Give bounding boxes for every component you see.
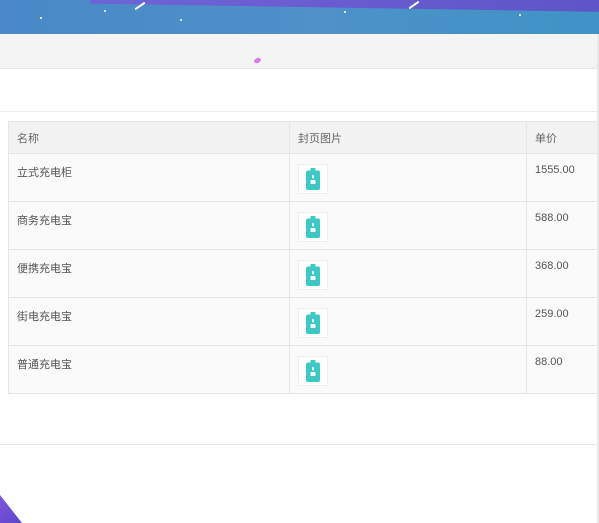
table-row[interactable]: 商务充电宝 588.00 — [8, 201, 599, 250]
cover-image-cell — [289, 345, 527, 394]
page: 名称 封页图片 单价 立式充电柜 1555.00 商务充电宝 588.00 便携充电宝 3… — [0, 0, 599, 523]
product-table: 名称 封页图片 单价 立式充电柜 1555.00 商务充电宝 588.00 便携充电宝 3… — [8, 121, 599, 394]
cover-image-cell — [289, 249, 527, 298]
battery-icon — [306, 168, 320, 190]
product-name-cell: 商务充电宝 — [8, 201, 290, 250]
content-spacer — [0, 69, 599, 112]
price-cell: 259.00 — [526, 297, 599, 346]
price-cell: 368.00 — [526, 249, 599, 298]
table-row[interactable]: 立式充电柜 1555.00 — [8, 153, 599, 202]
table-row[interactable]: 便携充电宝 368.00 — [8, 249, 599, 298]
cover-thumbnail[interactable] — [298, 164, 328, 194]
column-header-price[interactable]: 单价 — [526, 121, 599, 154]
sparkle-dot — [104, 10, 106, 12]
price-cell: 588.00 — [526, 201, 599, 250]
product-name-cell: 普通充电宝 — [8, 345, 290, 394]
column-header-cover[interactable]: 封页图片 — [289, 121, 527, 154]
battery-icon — [306, 216, 320, 238]
cover-image-cell — [289, 201, 527, 250]
product-name-cell: 便携充电宝 — [8, 249, 290, 298]
battery-icon — [306, 360, 320, 382]
column-header-name[interactable]: 名称 — [8, 121, 290, 154]
corner-decoration — [0, 495, 22, 523]
cover-image-cell — [289, 297, 527, 346]
price-cell: 1555.00 — [526, 153, 599, 202]
price-cell: 88.00 — [526, 345, 599, 394]
product-name-cell: 立式充电柜 — [8, 153, 290, 202]
battery-icon — [306, 264, 320, 286]
product-name-cell: 街电充电宝 — [8, 297, 290, 346]
table-header-row: 名称 封页图片 单价 — [8, 121, 599, 154]
table-footer-space — [0, 396, 599, 445]
sparkle-dot — [40, 17, 42, 19]
toolbar-strip — [0, 34, 599, 69]
cover-thumbnail[interactable] — [298, 260, 328, 290]
sparkle-dot — [519, 14, 521, 16]
cover-thumbnail[interactable] — [298, 212, 328, 242]
cover-image-cell — [289, 153, 527, 202]
cover-thumbnail[interactable] — [298, 356, 328, 386]
sparkle-dot — [180, 19, 182, 21]
sparkle-dot — [344, 11, 346, 13]
table-row[interactable]: 普通充电宝 88.00 — [8, 345, 599, 394]
cover-thumbnail[interactable] — [298, 308, 328, 338]
battery-icon — [306, 312, 320, 334]
table-row[interactable]: 街电充电宝 259.00 — [8, 297, 599, 346]
top-banner — [0, 0, 599, 34]
